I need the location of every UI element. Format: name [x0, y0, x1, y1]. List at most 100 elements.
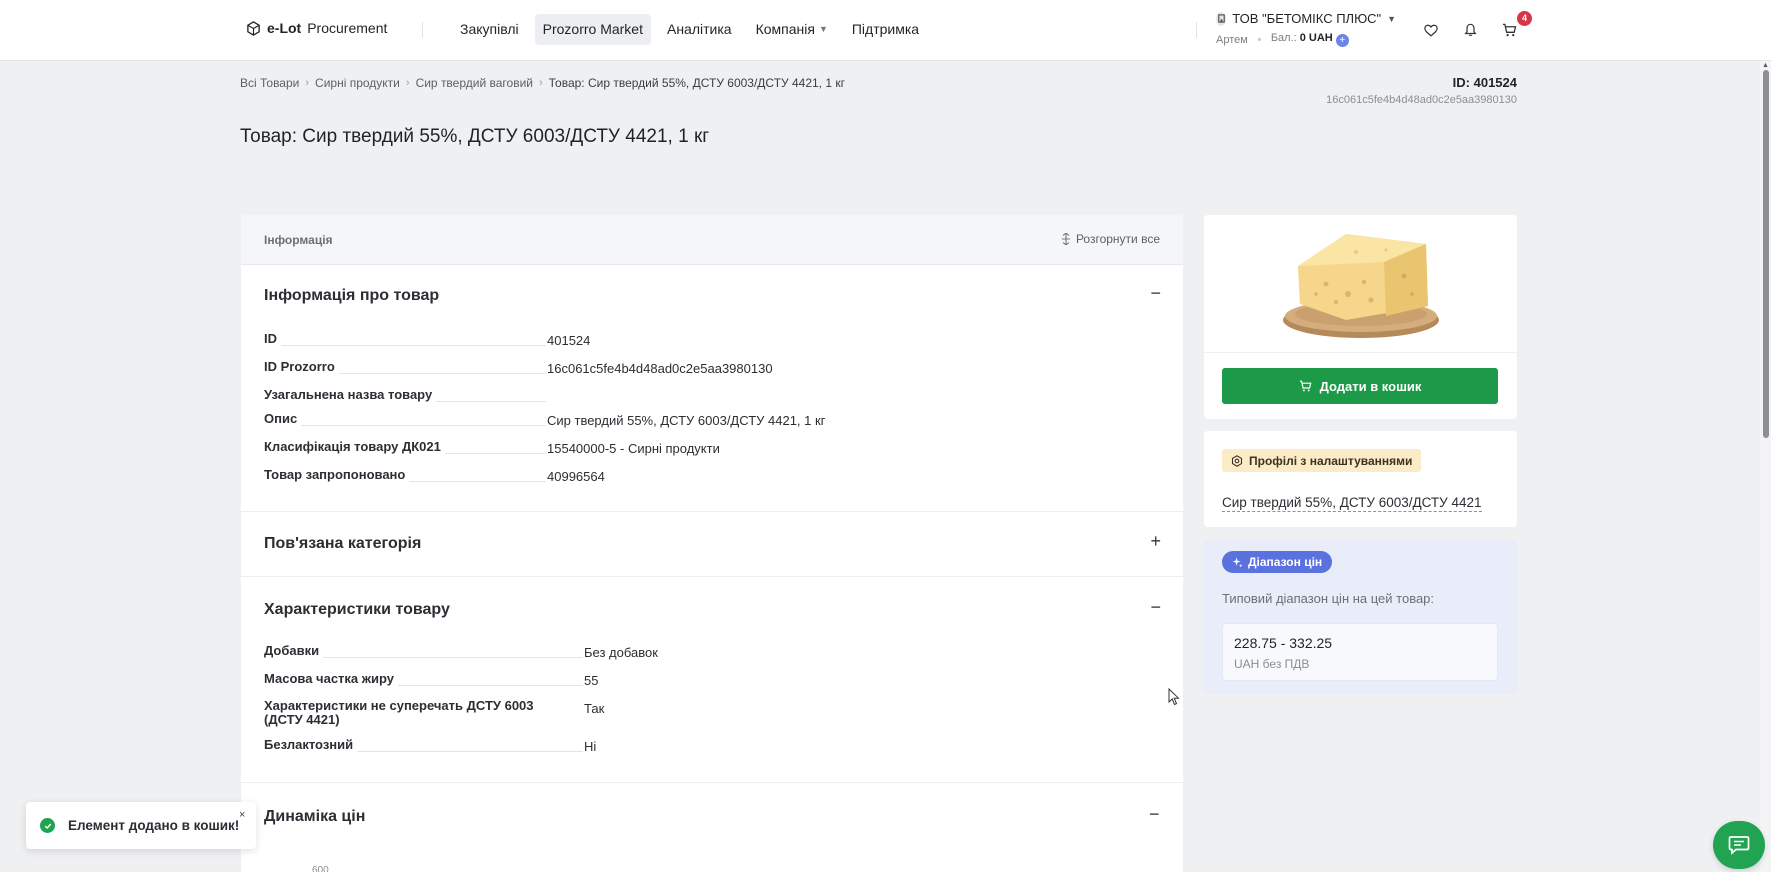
product-image-card: Додати в кошик: [1204, 215, 1517, 419]
logo-sub: Procurement: [307, 20, 388, 36]
profiles-badge-label: Профілі з налаштуваннями: [1249, 453, 1413, 468]
info-panel: Інформація Розгорнути все Інформація про…: [241, 215, 1183, 872]
info-row-key: Опис: [264, 411, 302, 427]
panel-header: Інформація Розгорнути все: [241, 215, 1183, 265]
section-price-dynamics-title[interactable]: Динаміка цін: [264, 808, 365, 826]
chat-icon: [1728, 836, 1750, 855]
breadcrumb: Всі Товари › Сирні продукти › Сир тверди…: [240, 76, 845, 90]
section-related-category[interactable]: Пов'язана категорія +: [241, 512, 1183, 577]
settings-icon: [1231, 454, 1243, 467]
cart-icon: [1299, 380, 1312, 392]
info-row-value: 15540000-5 - Сирні продукти: [547, 441, 720, 456]
info-row-value: Сир твердий 55%, ДСТУ 6003/ДСТУ 4421, 1 …: [547, 413, 826, 428]
toast-notification: Елемент додано в кошик! ×: [26, 802, 256, 849]
info-row-value: 40996564: [547, 469, 605, 484]
product-prozorro-id: 16c061c5fe4b4d48ad0c2e5aa3980130: [1326, 94, 1517, 106]
price-range-description: Типовий діапазон цін на цей товар:: [1222, 591, 1435, 606]
favorites-button[interactable]: [1420, 19, 1442, 41]
notifications-button[interactable]: [1459, 19, 1481, 41]
profiles-card: Профілі з налаштуваннями Сир твердий 55%…: [1204, 431, 1517, 527]
toast-close-button[interactable]: ×: [239, 809, 245, 821]
chat-button[interactable]: [1713, 821, 1765, 869]
logo-brand: e-Lot: [267, 20, 302, 36]
nav-prozorro-market[interactable]: Prozorro Market: [534, 14, 651, 45]
expand-all-button[interactable]: Розгорнути все: [1061, 232, 1160, 246]
spec-row-value: 55: [584, 673, 599, 688]
price-range-unit: UAH без ПДВ: [1234, 657, 1310, 671]
info-row-key: ID: [264, 331, 281, 347]
expand-all-label: Розгорнути все: [1075, 232, 1160, 246]
price-range-badge-label: Діапазон цін: [1248, 555, 1323, 569]
add-to-cart-label: Додати в кошик: [1319, 378, 1422, 394]
logo[interactable]: e-Lot Procurement: [246, 20, 387, 36]
product-id: ID: 401524: [1452, 75, 1517, 90]
chevron-right-icon: ›: [305, 77, 310, 89]
section-related-category-title[interactable]: Пов'язана категорія: [264, 535, 421, 553]
collapse-minus-icon[interactable]: −: [1150, 283, 1161, 304]
divider: [422, 22, 423, 38]
add-to-cart-button[interactable]: Додати в кошик: [1222, 368, 1498, 404]
breadcrumb-hard-cheese[interactable]: Сир твердий ваговий: [416, 76, 533, 90]
info-row-value: 401524: [547, 333, 591, 348]
info-row-key: ID Prozorro: [264, 359, 339, 375]
nav-support-label: Підтримка: [851, 21, 920, 37]
chevron-right-icon: ›: [538, 77, 543, 89]
chart-axis-tick: 600: [312, 865, 329, 872]
scroll-up-arrow-icon[interactable]: ▲: [1762, 62, 1769, 69]
price-range-box: 228.75 - 332.25 UAH без ПДВ: [1222, 623, 1498, 681]
building-icon: [1216, 11, 1227, 26]
company-switcher[interactable]: ТОВ "БЕТОМІКС ПЛЮС" ▼ Артем Бал.: 0 UAH +: [1216, 11, 1396, 47]
product-image[interactable]: [1204, 215, 1517, 353]
scrollbar-thumb[interactable]: [1763, 70, 1769, 438]
spec-row-key: Безлактозний: [264, 737, 358, 753]
top-up-plus-icon[interactable]: +: [1335, 34, 1349, 47]
section-product-info-title[interactable]: Інформація про товар: [264, 287, 439, 305]
company-name: ТОВ "БЕТОМІКС ПЛЮС": [1232, 11, 1382, 26]
bell-icon: [1463, 23, 1477, 37]
spec-row-key: Характеристики не суперечать ДСТУ 6003 (Д…: [264, 699, 538, 727]
profiles-badge: Профілі з налаштуваннями: [1222, 449, 1422, 472]
info-row-key: Класифікація товару ДК021: [264, 439, 445, 455]
product-id-box: ID: 401524 16c061c5fe4b4d48ad0c2e5aa3980…: [1326, 75, 1517, 106]
section-characteristics-title[interactable]: Характеристики товару: [264, 601, 450, 619]
cart-button[interactable]: [1498, 19, 1520, 41]
spec-row-value: Без добавок: [584, 645, 658, 660]
collapse-minus-icon[interactable]: −: [1149, 804, 1160, 825]
panel-header-label: Інформація: [264, 233, 333, 247]
spec-row-key-line2: (ДСТУ 4421): [264, 712, 340, 727]
heart-icon: [1424, 24, 1438, 37]
spec-row-key-line1: Характеристики не суперечать ДСТУ 6003: [264, 698, 534, 713]
info-row-value: 16c061c5fe4b4d48ad0c2e5aa3980130: [547, 361, 773, 376]
section-price-dynamics: [241, 783, 1183, 872]
user-name: Артем: [1216, 33, 1248, 46]
nav-company[interactable]: Компанія ▼: [748, 14, 836, 45]
nav-analytics[interactable]: Аналітика: [659, 14, 740, 45]
section-characteristics: Характеристики товару − Добавки Без добав…: [241, 577, 1183, 783]
spec-row-key: Добавки: [264, 643, 324, 659]
breadcrumb-all-goods[interactable]: Всі Товари: [240, 76, 299, 90]
page-title: Товар: Сир твердий 55%, ДСТУ 6003/ДСТУ 4…: [240, 126, 710, 147]
chevron-right-icon: ›: [405, 77, 410, 89]
chevron-down-icon: ▼: [818, 24, 828, 34]
balance-value: 0 UAH: [1299, 32, 1333, 44]
nav-purchases[interactable]: Закупівлі: [452, 14, 527, 45]
collapse-minus-icon[interactable]: −: [1150, 597, 1161, 618]
profile-link[interactable]: Сир твердий 55%, ДСТУ 6003/ДСТУ 4421: [1222, 495, 1482, 512]
main-nav: Закупівлі Prozorro Market Аналітика Комп…: [452, 14, 927, 45]
price-range-card: Діапазон цін Типовий діапазон цін на цей…: [1204, 540, 1517, 694]
expand-plus-icon[interactable]: +: [1150, 531, 1161, 552]
price-range-badge: Діапазон цін: [1222, 551, 1333, 573]
nav-support[interactable]: Підтримка: [844, 14, 927, 45]
nav-company-label: Компанія: [755, 21, 815, 37]
nav-analytics-label: Аналітика: [666, 21, 732, 37]
cheese-image: [1282, 233, 1439, 338]
breadcrumb-cheese-products[interactable]: Сирні продукти: [315, 76, 400, 90]
spec-row-value: Так: [584, 701, 605, 716]
cart-icon: [1502, 23, 1516, 37]
nav-prozorro-market-label: Prozorro Market: [542, 21, 643, 37]
success-check-icon: [40, 818, 55, 833]
info-row-key: Узагальнена назва товару: [264, 387, 437, 403]
leader-line: [264, 425, 546, 426]
logo-cube-icon: [247, 20, 260, 36]
mouse-cursor-icon: [1168, 688, 1180, 706]
